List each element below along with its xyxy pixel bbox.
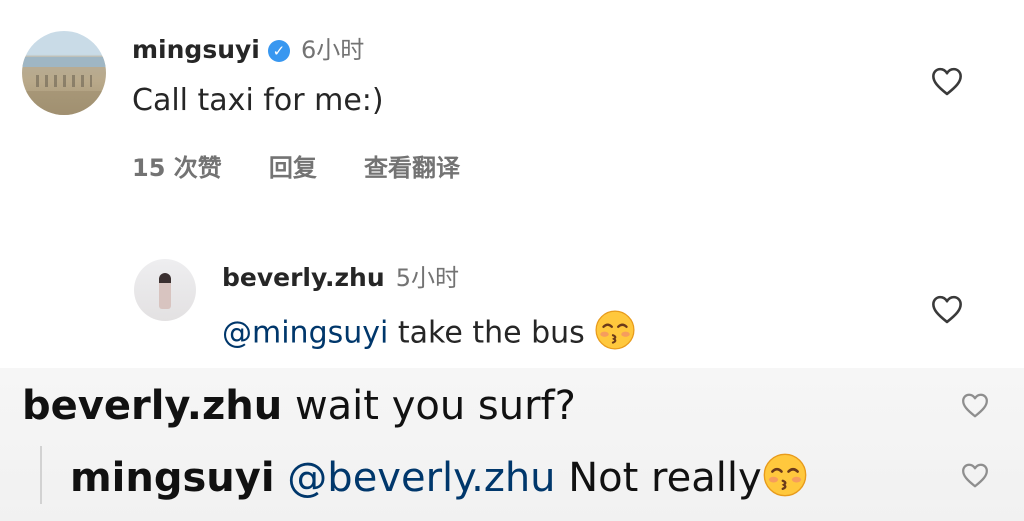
like-heart-icon[interactable] (930, 294, 964, 324)
comment-header: mingsuyi ✓ 6小时 (132, 30, 364, 65)
overlay-reply-line: mingsuyi @beverly.zhu Not really (70, 452, 808, 508)
kissing-face-emoji-icon (762, 452, 808, 508)
avatar[interactable] (134, 259, 196, 321)
verified-badge-icon: ✓ (267, 40, 290, 62)
comment-text: @mingsuyi take the bus (222, 309, 636, 359)
username[interactable]: mingsuyi (70, 455, 275, 501)
comment-body: wait you surf? (282, 383, 576, 429)
kissing-face-emoji-icon (594, 309, 636, 359)
like-heart-icon[interactable] (960, 462, 990, 488)
username[interactable]: beverly.zhu (222, 263, 385, 292)
timestamp: 5小时 (395, 264, 460, 292)
username[interactable]: beverly.zhu (22, 383, 282, 429)
reply-button[interactable]: 回复 (269, 154, 317, 182)
mention-link[interactable]: @mingsuyi (222, 316, 388, 351)
like-heart-icon[interactable] (960, 392, 990, 418)
avatar[interactable] (22, 31, 106, 115)
like-count[interactable]: 15 次赞 (132, 154, 222, 182)
username[interactable]: mingsuyi (132, 35, 260, 64)
comment-text: Call taxi for me:) (132, 83, 384, 118)
comment-actions: 15 次赞 回复 查看翻译 (132, 148, 460, 183)
mention-link[interactable]: @beverly.zhu (287, 455, 555, 501)
comment-header: beverly.zhu 5小时 (222, 258, 459, 293)
comment-body: take the bus (388, 315, 585, 351)
see-translation-button[interactable]: 查看翻译 (364, 154, 460, 182)
timestamp: 6小时 (300, 36, 365, 64)
comment-body: Not really (555, 455, 762, 501)
like-heart-icon[interactable] (930, 66, 964, 96)
overlay-comment-line: beverly.zhu wait you surf? (22, 383, 576, 429)
thread-line (40, 446, 42, 504)
